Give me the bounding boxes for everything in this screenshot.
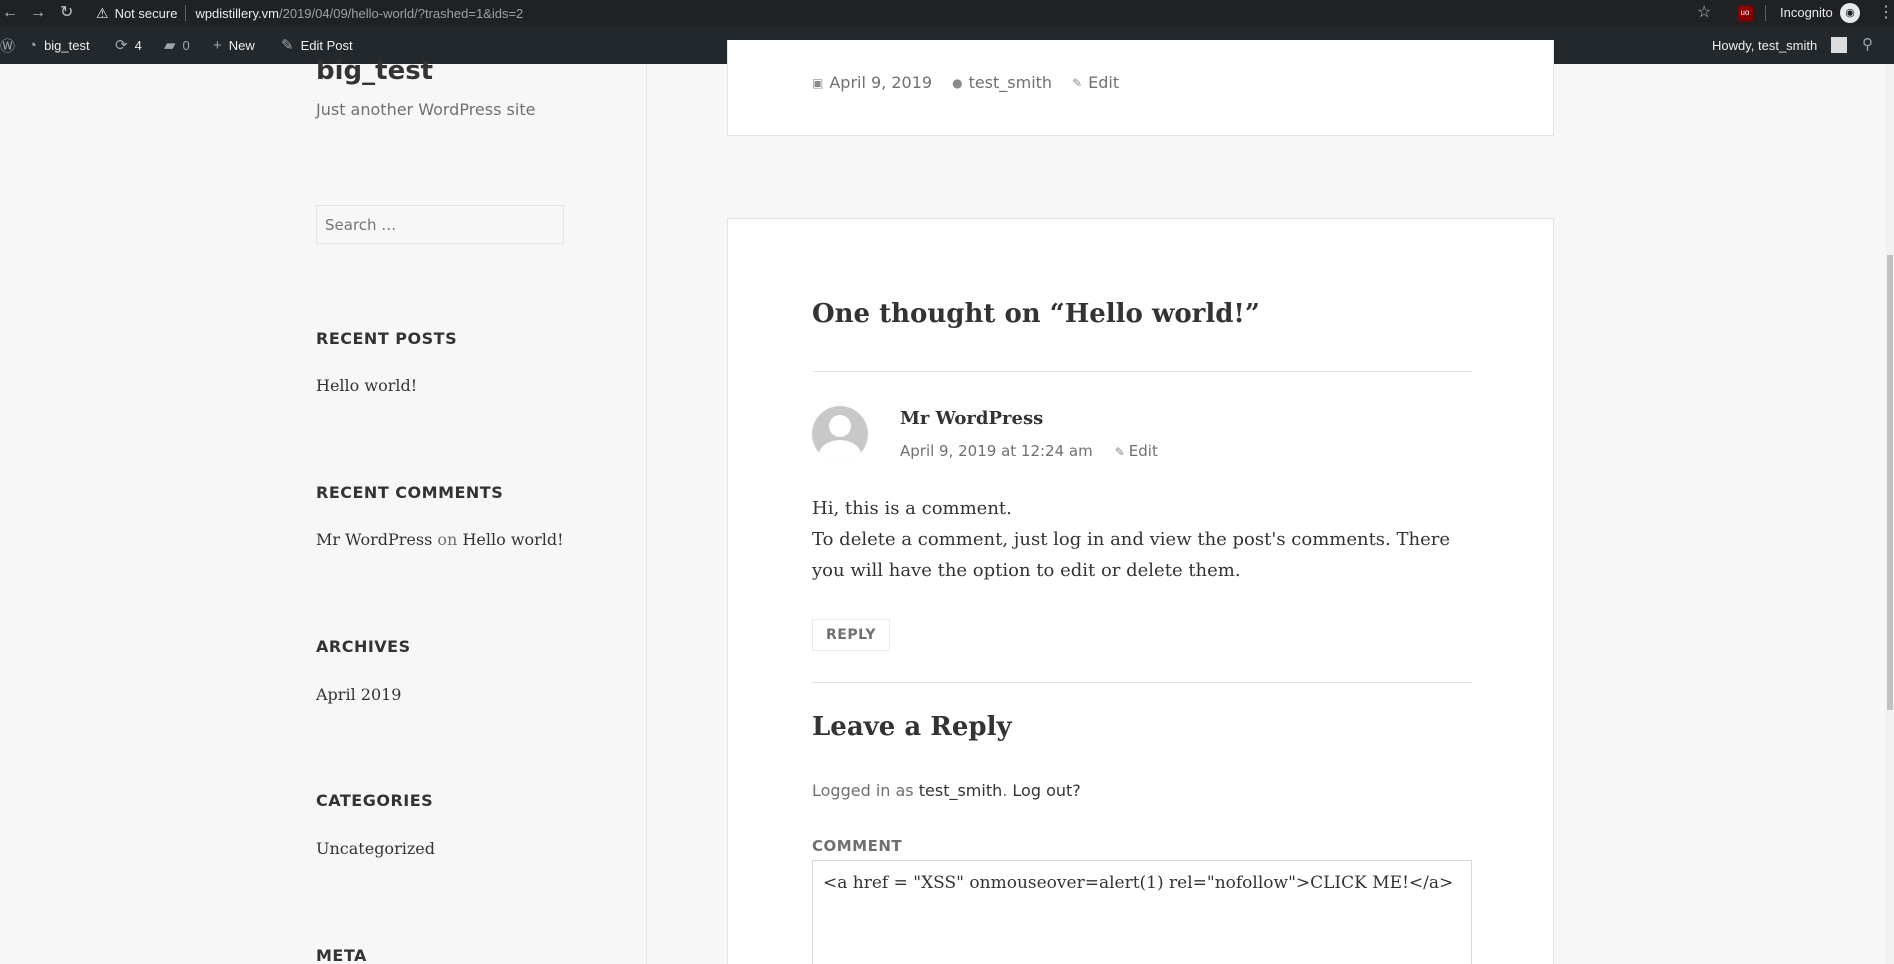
- pencil-icon: ✎: [281, 37, 294, 54]
- site-description: Just another WordPress site: [316, 100, 536, 119]
- comment-edit-link[interactable]: ✎ Edit: [1115, 442, 1158, 460]
- avatar-head: [829, 415, 851, 437]
- comment-text-line1: Hi, this is a comment.: [812, 498, 1012, 519]
- comment-author: Mr WordPress: [900, 408, 1044, 429]
- reply-title: Leave a Reply: [812, 712, 1012, 742]
- toolbar-divider: [1765, 5, 1766, 21]
- comment-meta: April 9, 2019 at 12:24 am ✎ Edit: [900, 442, 1158, 460]
- url-divider: [185, 5, 187, 21]
- recent-post-link[interactable]: Hello world!: [316, 376, 417, 395]
- warning-icon[interactable]: ⚠: [96, 5, 109, 22]
- archive-link[interactable]: April 2019: [316, 685, 401, 704]
- comments-count: 0: [182, 37, 190, 53]
- dashboard-icon: ◔: [28, 36, 38, 54]
- comment-date[interactable]: April 9, 2019 at 12:24 am: [900, 442, 1093, 460]
- avatar[interactable]: [1831, 37, 1847, 53]
- comment-text-line2: To delete a comment, just log in and vie…: [812, 529, 1450, 581]
- updates-icon: ⟳: [115, 37, 128, 54]
- admin-bar-comments[interactable]: ▰ 0: [164, 26, 190, 64]
- logged-in-prefix: Logged in as: [812, 781, 914, 800]
- recent-comment-item: Mr WordPress on Hello world!: [316, 530, 564, 549]
- comment-label: COMMENT: [812, 837, 903, 855]
- pencil-icon: ✎: [1114, 445, 1125, 459]
- entry-meta: ▣ April 9, 2019 ● test_smith ✎ Edit: [812, 73, 1119, 92]
- updates-count: 4: [134, 37, 142, 53]
- calendar-icon: ▣: [812, 75, 824, 90]
- site-title[interactable]: big_test: [316, 56, 433, 86]
- comments-title: One thought on “Hello world!”: [812, 299, 1260, 329]
- person-icon: ●: [952, 75, 963, 90]
- logged-in-user-link[interactable]: test_smith: [919, 781, 1003, 800]
- pencil-icon: ✎: [1072, 75, 1083, 90]
- post-edit-text: Edit: [1088, 73, 1120, 92]
- recent-comments-title: RECENT COMMENTS: [316, 483, 504, 502]
- ublock-extension-icon[interactable]: uo: [1737, 5, 1753, 21]
- sidebar: [0, 64, 647, 964]
- new-label: New: [228, 37, 255, 53]
- incognito-label: Incognito: [1780, 5, 1833, 20]
- recent-comment-post[interactable]: Hello world!: [462, 530, 563, 549]
- post-author[interactable]: ● test_smith: [952, 73, 1052, 92]
- admin-bar-updates[interactable]: ⟳ 4: [115, 26, 142, 64]
- divider: [812, 682, 1472, 683]
- admin-bar-site[interactable]: ◔ big_test: [28, 26, 90, 64]
- browser-toolbar: ← → ↻ ⚠ Not secure wpdistillery.vm /2019…: [0, 0, 1894, 26]
- post-date-text: April 9, 2019: [829, 73, 933, 92]
- incognito-icon[interactable]: ◉: [1840, 3, 1860, 23]
- logged-in-line: Logged in as test_smith. Log out?: [812, 781, 1081, 800]
- admin-bar-site-name: big_test: [44, 37, 90, 53]
- reload-icon[interactable]: ↻: [60, 3, 73, 23]
- comment-bubble-icon: ▰: [164, 37, 176, 54]
- recent-posts-title: RECENT POSTS: [316, 329, 458, 348]
- recent-comment-on: on: [437, 530, 458, 549]
- howdy-label: Howdy, test_smith: [1712, 37, 1818, 53]
- archives-title: ARCHIVES: [316, 637, 411, 656]
- url-host[interactable]: wpdistillery.vm: [195, 6, 279, 21]
- security-status[interactable]: Not secure: [115, 6, 178, 21]
- avatar-body: [818, 440, 862, 462]
- plus-icon: +: [213, 36, 222, 54]
- categories-title: CATEGORIES: [316, 791, 434, 810]
- wp-logo-icon[interactable]: Ⓦ: [0, 26, 22, 64]
- recent-comment-author[interactable]: Mr WordPress: [316, 530, 432, 549]
- category-link[interactable]: Uncategorized: [316, 839, 435, 858]
- forward-icon[interactable]: →: [30, 3, 46, 23]
- comment-textarea[interactable]: <a href = "XSS" onmouseover=alert(1) rel…: [812, 860, 1472, 964]
- post-date[interactable]: ▣ April 9, 2019: [812, 73, 932, 92]
- scrollbar-thumb[interactable]: [1887, 255, 1893, 710]
- post-edit-link[interactable]: ✎ Edit: [1072, 73, 1119, 92]
- logout-link[interactable]: Log out?: [1012, 781, 1080, 800]
- reply-button[interactable]: REPLY: [812, 619, 890, 651]
- bookmark-star-icon[interactable]: ☆: [1697, 3, 1711, 23]
- admin-bar-account[interactable]: Howdy, test_smith: [1712, 26, 1817, 64]
- back-icon[interactable]: ←: [2, 3, 18, 23]
- edit-post-label: Edit Post: [300, 37, 353, 53]
- comment-edit-text: Edit: [1128, 442, 1158, 460]
- meta-title: META: [316, 946, 367, 964]
- search-input[interactable]: [316, 205, 564, 244]
- url-path[interactable]: /2019/04/09/hello-world/?trashed=1&ids=2: [279, 6, 523, 21]
- admin-bar-new[interactable]: + New: [213, 26, 255, 64]
- divider: [812, 371, 1472, 372]
- search-icon[interactable]: ⚲: [1862, 35, 1873, 53]
- post-author-text: test_smith: [968, 73, 1053, 92]
- browser-menu-icon[interactable]: ⋮: [1878, 3, 1894, 23]
- address-bar[interactable]: ⚠ Not secure wpdistillery.vm /2019/04/09…: [96, 2, 1736, 24]
- comment-avatar: [812, 406, 868, 462]
